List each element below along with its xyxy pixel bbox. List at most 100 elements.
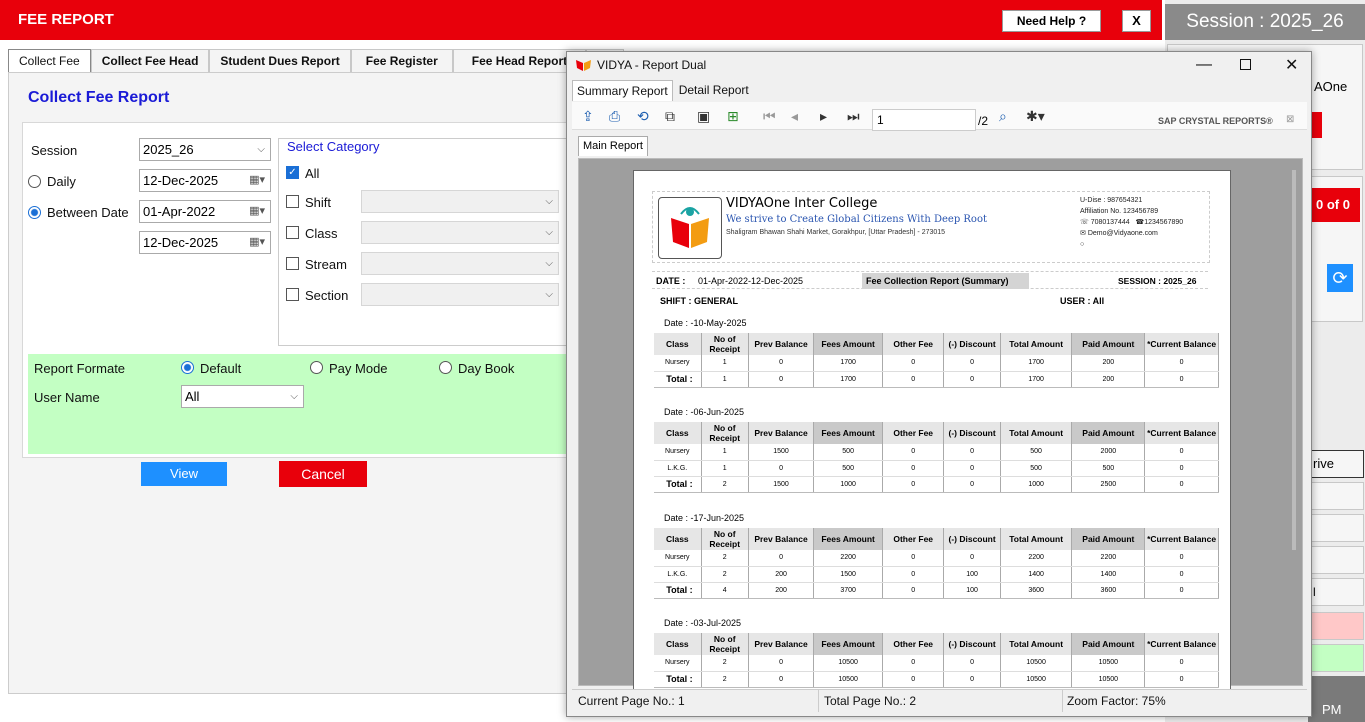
- phone-row: ☏ 7080137444 ☎1234567890: [1080, 217, 1183, 228]
- web-icon: ○: [1080, 241, 1085, 248]
- window-close-icon[interactable]: ✕: [1285, 55, 1298, 75]
- between-date-radio[interactable]: [28, 206, 41, 219]
- tab-collect-fee[interactable]: Collect Fee: [8, 49, 91, 73]
- cell: 2200: [813, 550, 883, 567]
- cell: Nursery: [654, 655, 702, 672]
- cell: 3600: [1000, 582, 1073, 599]
- right-pager-count: 0 of 0: [1308, 188, 1360, 222]
- page-number-input[interactable]: 1: [872, 109, 976, 131]
- table-row: Nursery 2 0 10500 0 0 10500 10500 0: [654, 655, 1219, 672]
- user-name-select[interactable]: All ⌵: [181, 385, 304, 408]
- cell: 500: [813, 460, 883, 477]
- first-page-icon[interactable]: ⏮: [763, 108, 776, 125]
- cell: L.K.G.: [654, 566, 702, 583]
- class-select[interactable]: ⌵: [361, 221, 559, 244]
- current-page-status: Current Page No.: 1: [578, 694, 685, 708]
- refresh-icon[interactable]: ⟲: [637, 108, 649, 125]
- tab-student-dues-report[interactable]: Student Dues Report: [209, 49, 351, 73]
- next-page-icon[interactable]: ▸: [820, 108, 827, 125]
- col-receipts: No of Receipt: [701, 333, 749, 355]
- tab-main-report[interactable]: Main Report: [578, 136, 648, 156]
- group-table: Class No of Receipt Prev Balance Fees Am…: [654, 633, 1219, 688]
- right-row-3[interactable]: [1308, 546, 1364, 574]
- shift-info: SHIFT : GENERAL: [660, 296, 738, 306]
- copy-icon[interactable]: ⧉: [665, 108, 675, 125]
- total-page-status: Total Page No.: 2: [824, 694, 917, 708]
- cell: 2200: [1000, 550, 1073, 567]
- to-date-picker[interactable]: 12-Dec-2025 ▦▾: [139, 231, 271, 254]
- table-row: L.K.G. 1 0 500 0 0 500 500 0: [654, 460, 1219, 477]
- col-total-amount: Total Amount: [1000, 422, 1073, 444]
- right-drive-button[interactable]: rive: [1308, 450, 1364, 478]
- calendar-icon[interactable]: ▦▾: [249, 232, 265, 253]
- cell: 0: [748, 371, 815, 388]
- refresh-icon[interactable]: ⟳: [1327, 264, 1353, 292]
- from-date-picker[interactable]: 01-Apr-2022 ▦▾: [139, 200, 271, 223]
- calendar-icon[interactable]: ▦▾: [249, 170, 265, 191]
- stream-checkbox[interactable]: [286, 257, 299, 270]
- zoom-icon[interactable]: ✱▾: [1026, 108, 1045, 125]
- export-icon[interactable]: ⇪: [582, 108, 594, 125]
- previous-page-icon[interactable]: ◂: [791, 108, 798, 125]
- daily-label: Daily: [47, 174, 76, 189]
- view-button[interactable]: View: [141, 462, 227, 486]
- viewer-scrollbar[interactable]: [1292, 170, 1296, 550]
- tab-summary-report[interactable]: Summary Report: [572, 80, 673, 101]
- cell: 0: [748, 671, 815, 688]
- col-discount: (-) Discount: [943, 422, 1001, 444]
- table-header-row: Class No of Receipt Prev Balance Fees Am…: [654, 528, 1219, 550]
- tab-collect-fee-head[interactable]: Collect Fee Head: [90, 49, 210, 73]
- session-select[interactable]: 2025_26 ⌵: [139, 138, 271, 161]
- maximize-icon[interactable]: [1240, 59, 1251, 70]
- stream-select[interactable]: ⌵: [361, 252, 559, 275]
- cell: 0: [882, 371, 945, 388]
- tab-fee-register[interactable]: Fee Register: [350, 49, 453, 73]
- session-value: 2025_26: [143, 142, 194, 157]
- col-paid-amount: Paid Amount: [1071, 333, 1146, 355]
- daily-date-picker[interactable]: 12-Dec-2025 ▦▾: [139, 169, 271, 192]
- college-logo-icon: [658, 197, 722, 259]
- find-icon[interactable]: ⌕: [999, 108, 1007, 125]
- total-label: Total :: [654, 582, 702, 599]
- cell: 2200: [1071, 550, 1146, 567]
- zoom-status: Zoom Factor: 75%: [1067, 694, 1166, 708]
- cell: 0: [1144, 550, 1219, 567]
- col-prev-balance: Prev Balance: [748, 422, 815, 444]
- daily-radio[interactable]: [28, 175, 41, 188]
- section-checkbox[interactable]: [286, 288, 299, 301]
- col-total-amount: Total Amount: [1000, 633, 1073, 655]
- all-checkbox[interactable]: ✓: [286, 166, 299, 179]
- default-radio[interactable]: [181, 361, 194, 374]
- right-row-2[interactable]: [1308, 514, 1364, 542]
- calendar-icon[interactable]: ▦▾: [249, 201, 265, 222]
- shift-checkbox[interactable]: [286, 195, 299, 208]
- cell: L.K.G.: [654, 460, 702, 477]
- cell: 0: [943, 476, 1001, 493]
- tab-detail-report[interactable]: Detail Report: [673, 80, 753, 101]
- right-pink-row[interactable]: [1308, 612, 1364, 640]
- minimize-icon[interactable]: —: [1196, 56, 1212, 74]
- close-button[interactable]: X: [1122, 10, 1151, 32]
- right-green-row[interactable]: [1308, 644, 1364, 672]
- last-page-icon[interactable]: ⏭: [847, 108, 860, 125]
- default-label: Default: [200, 361, 242, 376]
- cell: 0: [943, 671, 1001, 688]
- toolbar-close-icon[interactable]: ⊠: [1286, 114, 1294, 125]
- day-book-radio[interactable]: [439, 361, 452, 374]
- sap-brand: SAP CRYSTAL REPORTS®: [1158, 116, 1273, 126]
- pay-mode-radio[interactable]: [310, 361, 323, 374]
- need-help-button[interactable]: Need Help ?: [1002, 10, 1101, 32]
- toggle-panel-icon[interactable]: ▣: [697, 108, 710, 125]
- right-row-1[interactable]: [1308, 482, 1364, 510]
- right-row-4[interactable]: l: [1308, 578, 1364, 606]
- cell: 0: [882, 476, 945, 493]
- class-checkbox[interactable]: [286, 226, 299, 239]
- section-select[interactable]: ⌵: [361, 283, 559, 306]
- col-receipts: No of Receipt: [701, 633, 749, 655]
- table-row: L.K.G. 2 200 1500 0 100 1400 1400 0: [654, 566, 1219, 583]
- shift-select[interactable]: ⌵: [361, 190, 559, 213]
- cancel-button[interactable]: Cancel: [279, 461, 367, 487]
- group-tree-icon[interactable]: ⊞: [727, 108, 739, 125]
- print-icon[interactable]: ⎙: [609, 108, 620, 125]
- cell: 0: [943, 371, 1001, 388]
